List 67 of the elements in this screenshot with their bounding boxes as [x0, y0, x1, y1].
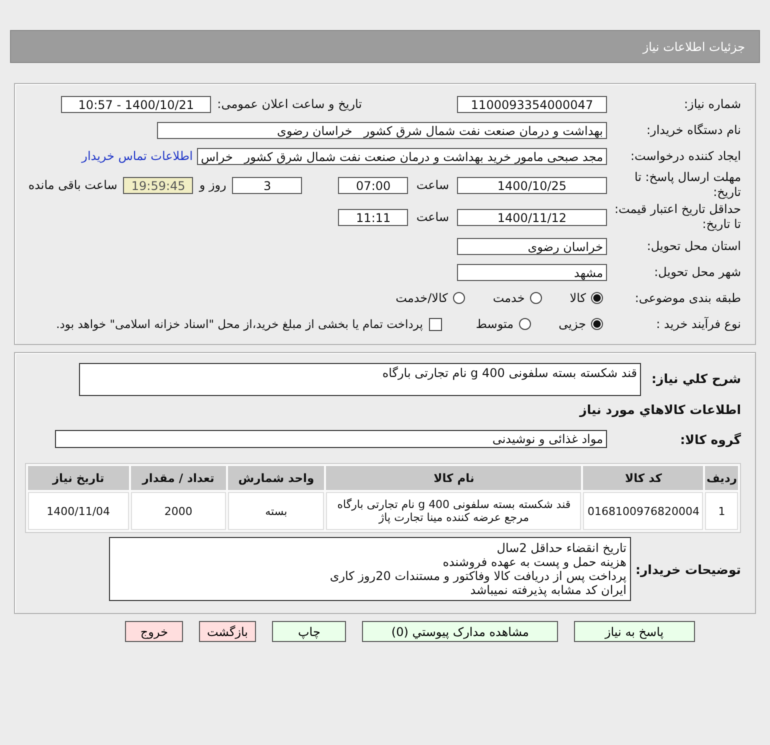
table-cell: 2000 [130, 492, 226, 530]
notes-line: ایران کد مشابه پذیرفته نمیباشد [469, 583, 626, 597]
action-button[interactable]: خروج [125, 621, 183, 642]
radio-label: کالا/خدمت [396, 291, 448, 305]
field-label: ساعت [416, 178, 449, 192]
requester-field: مجد صبحی مامور خرید بهداشت و درمان صنعت نفت شمال شرق کشور خراس [196, 148, 607, 164]
page-title: جزئیات اطلاعات نیاز [642, 40, 745, 54]
buyer-contact-link[interactable]: اطلاعات تماس خریدار [82, 149, 193, 163]
column-header: نام کالا [326, 466, 582, 490]
field-label: نام دستگاه خریدار: [646, 122, 741, 138]
days-field: 3 [232, 176, 302, 194]
action-button[interactable]: پاسخ به نیاز [574, 621, 695, 642]
notes-line: هزینه حمل و پست به عهده فروشنده [442, 555, 626, 569]
field-label: حداقل تاریخ اعتبار قیمت: تا تاریخ: [613, 202, 741, 232]
field-label: ساعت باقی مانده [28, 178, 118, 192]
deadline-time-field: 07:00 [338, 176, 408, 194]
table-cell: 1 [705, 492, 738, 530]
section-title: اطلاعات کالاهاي مورد نياز [580, 402, 741, 417]
radio-button[interactable] [591, 292, 603, 304]
summary-field: قند شکسته بسته سلفونی 400 g نام تجارتی بارگاه [79, 363, 641, 396]
field-label: نوع فرآیند خرید : [655, 316, 741, 332]
table-cell: بسته [228, 492, 324, 530]
checkbox[interactable] [428, 318, 442, 330]
validity-date-field: 1400/11/12 [457, 208, 607, 226]
notes-line: تاریخ انقضاء حداقل 2سال [496, 541, 626, 555]
column-header: تعداد / مقدار [130, 466, 226, 490]
radio-label: متوسط [476, 317, 514, 331]
payment-note: پرداخت تمام یا بخشی از مبلغ خرید،از محل "اسناد خزانه اسلامی" خواهد بود. [56, 317, 423, 331]
province-field: خراسان رضوی [457, 238, 607, 254]
remaining-time-field: 19:59:45 [123, 176, 194, 194]
field-label: توضیحات خریدار: [635, 562, 741, 576]
radio-label: کالا [570, 291, 586, 305]
field-label: استان محل تحویل: [646, 238, 741, 254]
radio-button[interactable] [530, 292, 542, 304]
announce-date-field: 1400/10/21 - 10:57 [61, 96, 212, 112]
radio-button[interactable] [591, 318, 603, 330]
field-label: مهلت ارسال پاسخ: تا تاریخ: [633, 170, 741, 200]
radio-button[interactable] [452, 292, 465, 304]
column-header: تاریخ نیاز [28, 466, 129, 490]
table-cell: 1400/11/04 [28, 492, 129, 530]
field-label: تاریخ و ساعت اعلان عمومی: [217, 97, 362, 111]
radio-button[interactable] [518, 318, 531, 330]
validity-time-field: 11:11 [338, 208, 408, 226]
need-number-field: 1100093354000047 [457, 96, 607, 112]
field-label: طبقه بندی موضوعی: [634, 290, 741, 306]
goods-group-field: مواد غذائی و نوشیدنی [55, 430, 607, 448]
table-cell: 0168100976820004 [583, 492, 704, 530]
field-label: شرح کلي نياز: [650, 371, 741, 386]
column-header: کد کالا [583, 466, 704, 490]
column-header: ردیف [705, 466, 738, 490]
radio-label: جزیی [558, 317, 586, 331]
deadline-date-field: 1400/10/25 [457, 176, 607, 194]
buyer-org-field: بهداشت و درمان صنعت نفت شمال شرق کشور خراسان رضوی [157, 122, 607, 138]
field-label: ایجاد کننده درخواست: [629, 148, 741, 164]
field-label: شهر محل تحویل: [653, 264, 741, 280]
column-header: واحد شمارش [228, 466, 324, 490]
field-label: گروه کالا: [679, 432, 741, 446]
action-button[interactable]: چاپ [272, 621, 346, 642]
action-button[interactable]: بازگشت [199, 621, 256, 642]
action-button[interactable]: مشاهده مدارک پیوستي (0) [362, 621, 558, 642]
field-label: شماره نیاز: [683, 96, 741, 112]
field-label: روز و [199, 178, 226, 192]
field-label: ساعت [416, 210, 449, 224]
city-field: مشهد [457, 264, 607, 280]
radio-label: خدمت [492, 291, 525, 305]
table-cell: قند شکسته بسته سلفونی 400 g نام تجارتی بارگاه مرجع عرضه کننده مینا تجارت پاژ [326, 492, 582, 530]
notes-line: پرداخت پس از دریافت کالا وفاکتور و مستندات 20روز کاری [328, 569, 626, 583]
